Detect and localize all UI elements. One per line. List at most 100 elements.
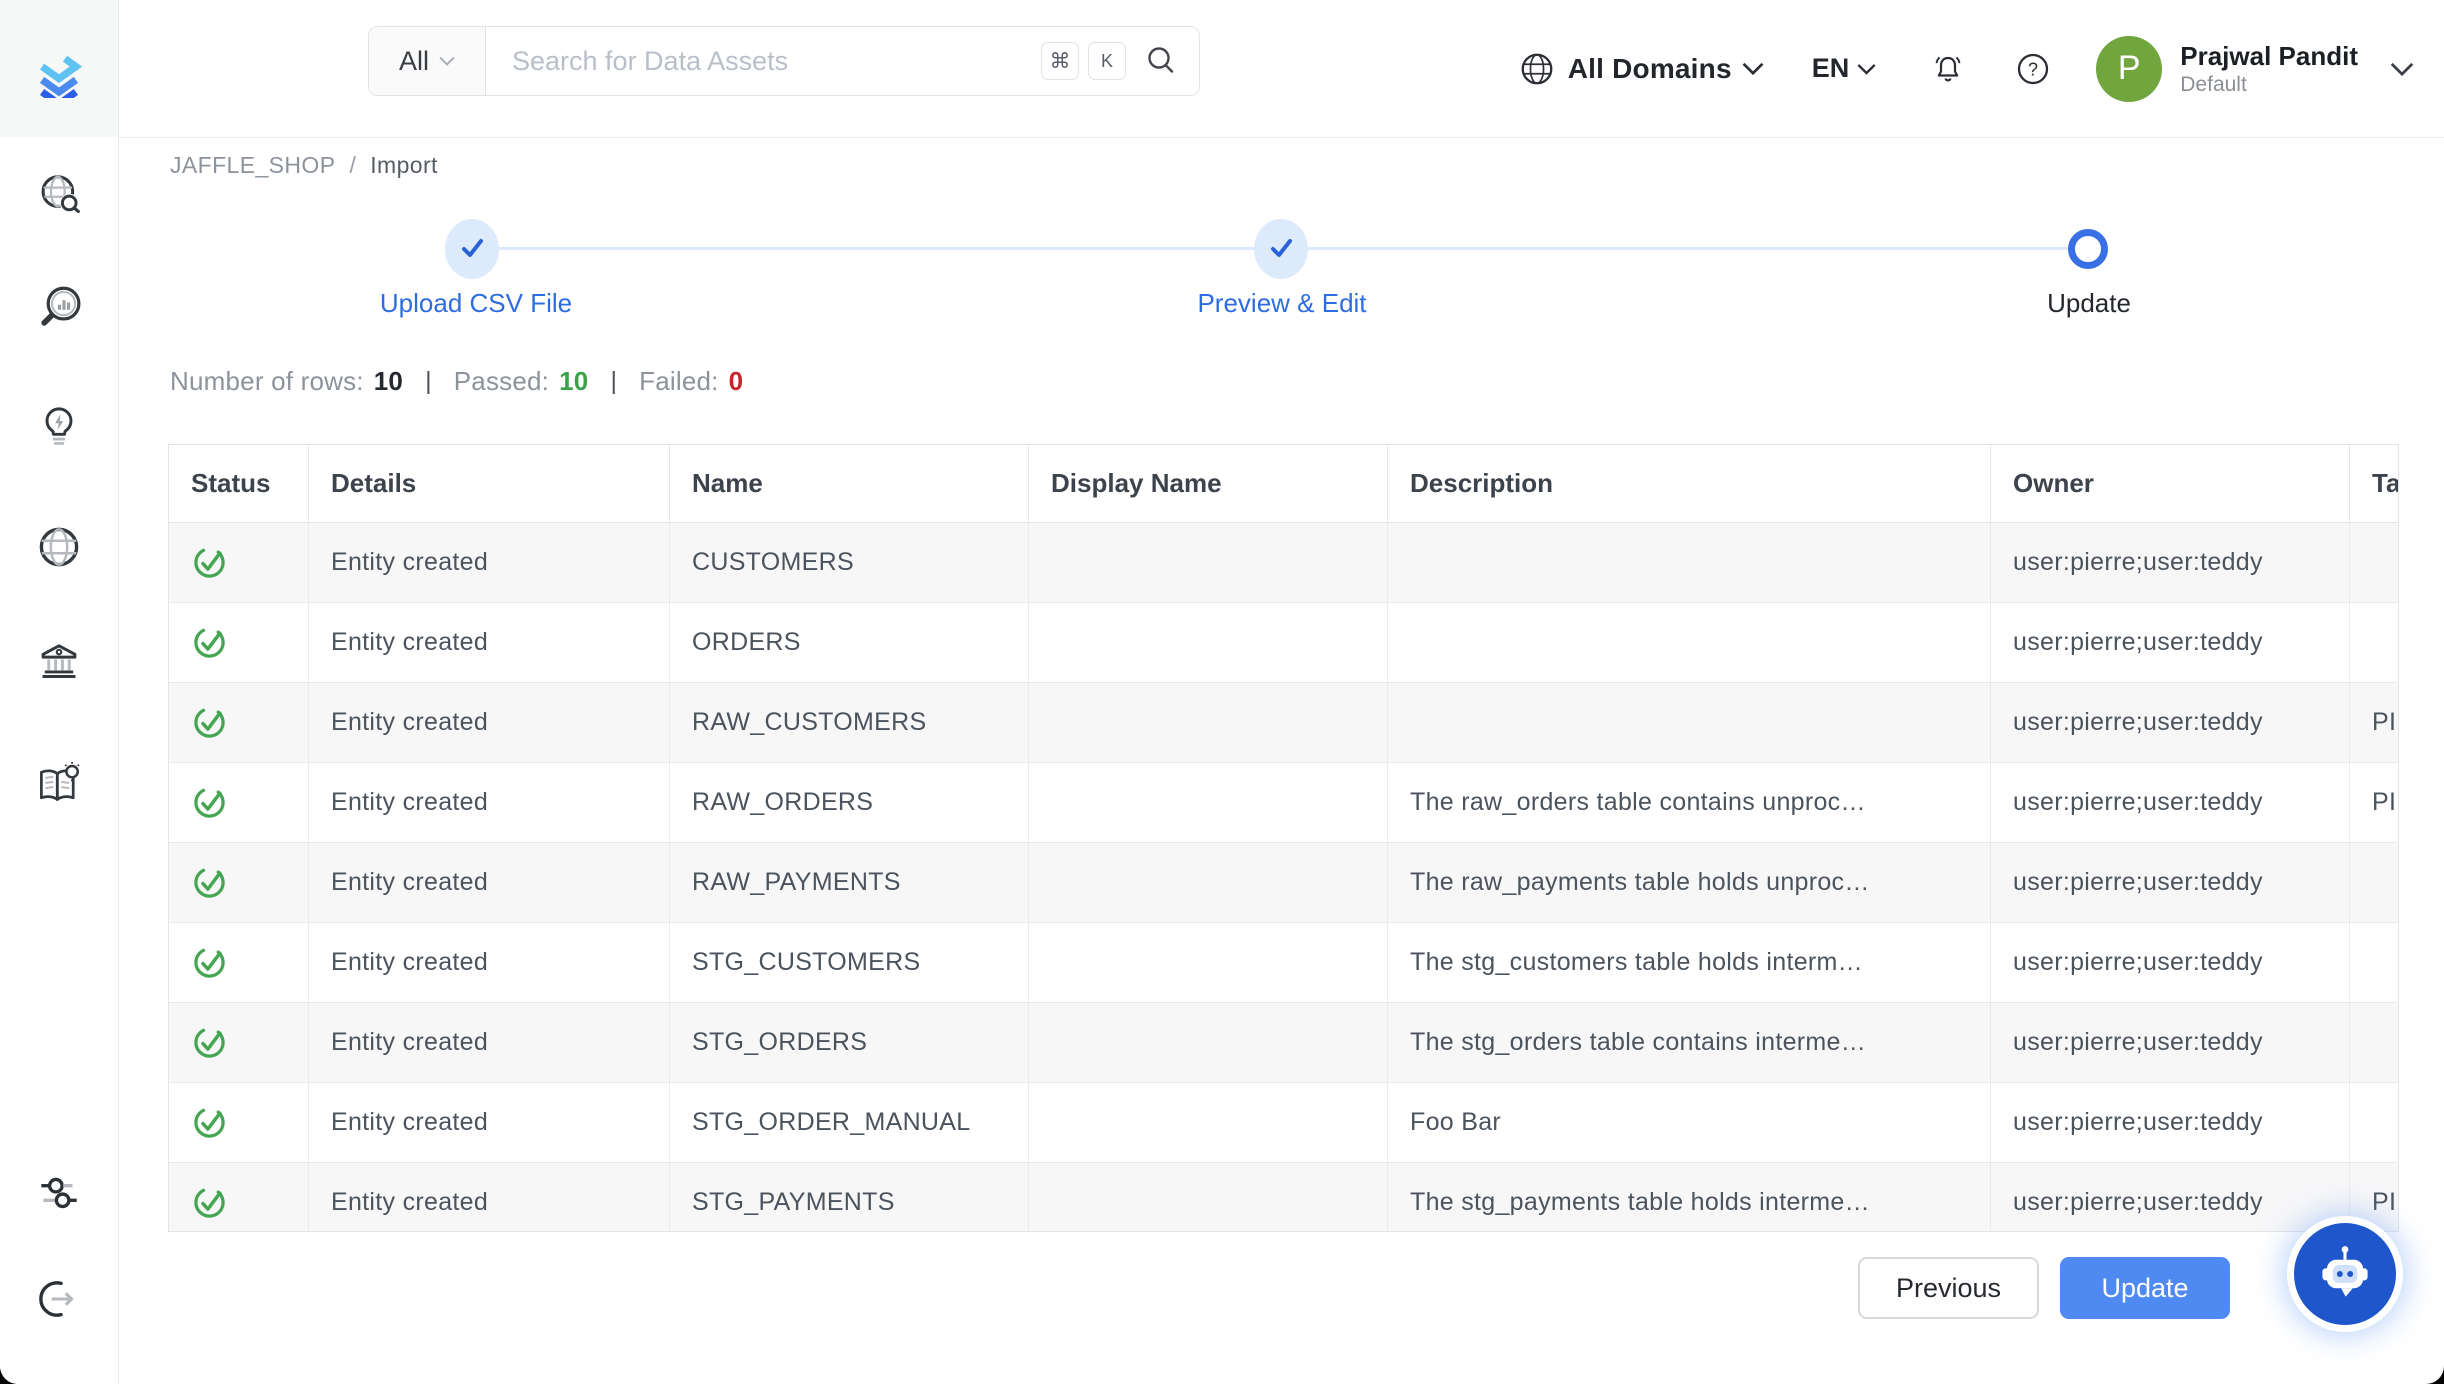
status-cell <box>169 603 309 683</box>
failed-label: Failed: <box>639 366 718 397</box>
col-status: Status <box>169 445 309 523</box>
owner-cell: user:pierre;user:teddy <box>1991 1163 2350 1232</box>
passed-value: 10 <box>559 366 588 397</box>
sliders-icon[interactable] <box>34 1168 84 1218</box>
search-scope-select[interactable]: All <box>369 27 486 95</box>
name-cell: STG_ORDERS <box>670 1003 1029 1083</box>
name-cell: STG_CUSTOMERS <box>670 923 1029 1003</box>
app-window: All ⌘ K <box>0 0 2444 1384</box>
description-cell <box>1388 523 1991 603</box>
book-bulb-icon[interactable] <box>34 758 84 808</box>
description-cell: The stg_orders table contains interme… <box>1388 1003 1991 1083</box>
topbar: All ⌘ K <box>118 0 2444 138</box>
description-cell: The stg_payments table holds interme… <box>1388 1163 1991 1232</box>
display-name-cell <box>1029 923 1388 1003</box>
notifications-button[interactable] <box>1928 49 1968 89</box>
success-check-icon <box>191 1104 228 1141</box>
help-button[interactable]: ? <box>2014 50 2052 88</box>
owner-cell: user:pierre;user:teddy <box>1991 603 2350 683</box>
robot-chat-icon <box>2314 1243 2376 1305</box>
name-cell: STG_PAYMENTS <box>670 1163 1029 1232</box>
user-role: Default <box>2180 72 2358 98</box>
display-name-cell <box>1029 603 1388 683</box>
tags-cell: PII <box>2350 763 2399 843</box>
table-row: Entity created RAW_PAYMENTS The raw_paym… <box>169 843 2398 923</box>
layers-logo-icon <box>30 40 88 98</box>
chevron-down-icon <box>1742 62 1764 75</box>
tags-cell <box>2350 923 2399 1003</box>
details-cell: Entity created <box>309 1003 670 1083</box>
step-update-label: Update <box>2047 288 2131 319</box>
tags-cell <box>2350 523 2399 603</box>
avatar: P <box>2096 36 2162 102</box>
status-cell <box>169 923 309 1003</box>
details-cell: Entity created <box>309 523 670 603</box>
bulb-flash-icon[interactable] <box>34 401 84 451</box>
success-check-icon <box>191 624 228 661</box>
owner-cell: user:pierre;user:teddy <box>1991 1003 2350 1083</box>
tags-cell <box>2350 603 2399 683</box>
chevron-down-icon <box>2390 62 2414 76</box>
display-name-cell <box>1029 683 1388 763</box>
status-cell <box>169 523 309 603</box>
name-cell: RAW_ORDERS <box>670 763 1029 843</box>
display-name-cell <box>1029 523 1388 603</box>
table-row: Entity created RAW_ORDERS The raw_orders… <box>169 763 2398 843</box>
success-check-icon <box>191 1024 228 1061</box>
search-input[interactable] <box>486 46 1041 77</box>
import-results-table: Status Details Name Display Name Descrip… <box>168 444 2399 1232</box>
display-name-cell <box>1029 843 1388 923</box>
owner-cell: user:pierre;user:teddy <box>1991 763 2350 843</box>
status-cell <box>169 683 309 763</box>
tags-cell <box>2350 843 2399 923</box>
breadcrumb: JAFFLE_SHOP / Import <box>170 152 438 179</box>
language-select[interactable]: EN <box>1812 53 1877 84</box>
step-preview-indicator <box>1254 219 1308 279</box>
breadcrumb-separator: / <box>349 152 356 179</box>
step-update-indicator <box>2068 229 2108 269</box>
logout-icon[interactable] <box>34 1274 84 1324</box>
owner-cell: user:pierre;user:teddy <box>1991 523 2350 603</box>
step-upload-label: Upload CSV File <box>380 288 572 319</box>
search-icon[interactable] <box>1143 43 1179 79</box>
description-cell: Foo Bar <box>1388 1083 1991 1163</box>
rows-label: Number of rows: <box>170 366 364 397</box>
domains-label: All Domains <box>1568 53 1732 85</box>
domains-select[interactable]: All Domains <box>1518 50 1764 88</box>
cmd-key-badge: ⌘ <box>1041 42 1079 80</box>
col-description: Description <box>1388 445 1991 523</box>
owner-cell: user:pierre;user:teddy <box>1991 843 2350 923</box>
failed-value: 0 <box>729 366 744 397</box>
insights-magnifier-icon[interactable] <box>34 282 84 332</box>
description-cell: The raw_orders table contains unproc… <box>1388 763 1991 843</box>
update-button[interactable]: Update <box>2060 1257 2230 1319</box>
breadcrumb-page: Import <box>370 152 438 179</box>
check-icon <box>445 219 499 279</box>
owner-cell: user:pierre;user:teddy <box>1991 923 2350 1003</box>
breadcrumb-project[interactable]: JAFFLE_SHOP <box>170 152 335 179</box>
col-tags: Tags <box>2350 445 2399 523</box>
details-cell: Entity created <box>309 1083 670 1163</box>
user-menu[interactable]: P Prajwal Pandit Default <box>2096 36 2414 102</box>
assistant-chat-button[interactable] <box>2294 1223 2396 1325</box>
tags-cell: PII <box>2350 1163 2399 1232</box>
display-name-cell <box>1029 1003 1388 1083</box>
globe-search-icon[interactable] <box>34 170 84 220</box>
col-display-name: Display Name <box>1029 445 1388 523</box>
tags-cell <box>2350 1003 2399 1083</box>
bank-icon[interactable] <box>34 635 84 685</box>
globe-grid-icon[interactable] <box>34 522 84 572</box>
k-key-badge: K <box>1088 42 1126 80</box>
table-header: Status Details Name Display Name Descrip… <box>169 445 2398 523</box>
svg-text:?: ? <box>2028 59 2038 79</box>
details-cell: Entity created <box>309 843 670 923</box>
user-info: Prajwal Pandit Default <box>2180 40 2358 98</box>
global-search: All ⌘ K <box>368 26 1200 96</box>
bell-icon <box>1928 49 1968 89</box>
search-scope-value: All <box>399 46 429 77</box>
description-cell <box>1388 603 1991 683</box>
success-check-icon <box>191 784 228 821</box>
previous-button[interactable]: Previous <box>1858 1257 2039 1319</box>
app-logo[interactable] <box>0 0 118 137</box>
owner-cell: user:pierre;user:teddy <box>1991 1083 2350 1163</box>
